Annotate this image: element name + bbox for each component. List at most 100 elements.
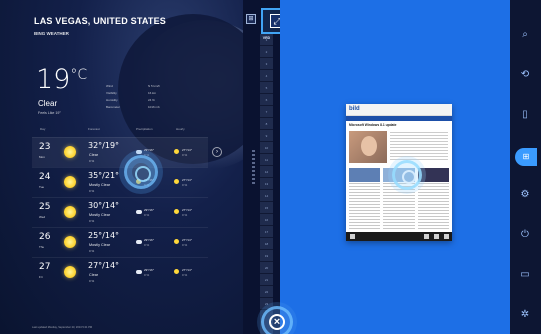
- feels-like: Feels Like 19°: [38, 111, 61, 115]
- day-condition: Mostly Clear: [89, 243, 111, 247]
- thumbnail-cell[interactable]: 4: [260, 70, 273, 82]
- day-precipitation: 0 %: [89, 279, 95, 283]
- thumbnail-cell[interactable]: 18: [260, 238, 273, 250]
- day-condition: Mostly Clear: [89, 213, 111, 217]
- thumbnail-cell[interactable]: 22: [260, 286, 273, 298]
- app-divider-strip[interactable]: ⊞ 1 2 3 4 5 6 7 8 9 10 11 12 13 14 15 16 17 18 19 20 21 22 23 …: [243, 0, 280, 334]
- share-icon[interactable]: ⟲: [518, 68, 532, 82]
- power-icon[interactable]: ⏻: [518, 228, 532, 242]
- hourly-temp: 29°/16°: [144, 238, 154, 242]
- hourly-temp: 29°/16°: [144, 148, 154, 152]
- snapped-app-pane[interactable]: bild Microsoft Windows 8.1 update: [280, 0, 510, 334]
- sun-icon: [174, 269, 179, 274]
- hourly-precip: 0 %: [144, 273, 150, 277]
- sun-icon: [174, 239, 179, 244]
- forecast-day[interactable]: 26 Thu 25°/14° Mostly Clear 0 % 29°/16° 0…: [32, 227, 208, 257]
- column-header-precipitation: Precipitation: [136, 127, 153, 131]
- cloud-icon: [136, 150, 142, 154]
- last-updated: Last updated Monday, September 23, 2013 …: [32, 326, 93, 329]
- hourly-temp: 27°/14°: [182, 148, 192, 152]
- thumbnail-cell[interactable]: 21: [260, 274, 273, 286]
- tools-icon[interactable]: [444, 234, 449, 239]
- detail-label: Barometer: [106, 105, 121, 109]
- hourly-temp: 27°/14°: [182, 208, 192, 212]
- sun-icon: [64, 176, 76, 188]
- hourly-precip: 0 %: [182, 183, 188, 187]
- thumbnail-cell[interactable]: 19: [260, 250, 273, 262]
- refresh-icon[interactable]: [424, 234, 429, 239]
- thumbnail-cell[interactable]: 15: [260, 202, 273, 214]
- day-of-week: Wed: [39, 215, 46, 219]
- day-condition: Clear: [89, 153, 99, 157]
- sun-icon: [64, 236, 76, 248]
- high-low-temperature: 30°/14°: [88, 201, 120, 210]
- thumbnail-cell[interactable]: 20: [260, 262, 273, 274]
- thumbnail-cell[interactable]: 7: [260, 106, 273, 118]
- start-icon[interactable]: ⊞: [515, 148, 537, 166]
- city-title: LAS VEGAS, UNITED STATES: [34, 16, 166, 26]
- thumbnail-cell[interactable]: 6: [260, 94, 273, 106]
- day-precipitation: 0 %: [89, 249, 95, 253]
- current-condition: Clear: [38, 99, 58, 108]
- day-date: 24: [39, 172, 51, 182]
- devices-icon[interactable]: ▯: [518, 108, 532, 122]
- thumbnail-cell[interactable]: 13: [260, 178, 273, 190]
- day-date: 27: [39, 262, 51, 272]
- forecast-day[interactable]: 27 Fri 27°/14° Clear 0 % 29°/16° 0 % 27°/…: [32, 257, 208, 287]
- day-condition: Mostly Clear: [89, 183, 111, 187]
- high-low-temperature: 35°/21°: [88, 171, 120, 180]
- detail-value: 1016 mb: [148, 105, 160, 109]
- hourly-precip: 0 %: [182, 243, 188, 247]
- detail-label: Visibility: [106, 91, 117, 95]
- thumbnail-cell[interactable]: 12: [260, 166, 273, 178]
- site-headline: Microsoft Windows 8.1 update: [349, 123, 397, 127]
- forecast-day[interactable]: 23 Mon 32°/19° Clear 0 % 29°/16° 0 % 27°/…: [32, 137, 222, 167]
- sun-icon: [64, 206, 76, 218]
- gear-icon[interactable]: ✲: [518, 308, 532, 322]
- cloud-icon: [136, 270, 142, 274]
- day-condition: Clear: [89, 273, 99, 277]
- forecast-day[interactable]: 24 Tue 35°/21° Mostly Clear 0 % 29°/16° 0…: [32, 167, 208, 197]
- day-of-week: Mon: [39, 155, 45, 159]
- hourly-precip: 0 %: [144, 213, 150, 217]
- close-icon: ×: [269, 314, 285, 330]
- forecast-day[interactable]: 25 Wed 30°/14° Mostly Clear 0 % 29°/16° 0…: [32, 197, 208, 227]
- charms-bar: ⌕ ⟲ ▯ ⊞ ⚙ ⏻ ▭ ✲: [510, 0, 541, 334]
- weather-details: Wind N 5 km/h Visibility 16 km Humidity …: [106, 84, 196, 109]
- cloud-icon: [136, 240, 142, 244]
- app-name: BING WEATHER: [34, 31, 69, 36]
- thumbnail-cell[interactable]: 8: [260, 118, 273, 130]
- next-arrow-icon[interactable]: ›: [212, 147, 222, 157]
- thumbnail-cell[interactable]: 9: [260, 130, 273, 142]
- day-of-week: Thu: [39, 245, 45, 249]
- high-low-temperature: 32°/19°: [88, 141, 120, 150]
- switcher-icon[interactable]: ⊞: [246, 14, 256, 24]
- detail-value: 24 %: [148, 98, 155, 102]
- thumbnail-cell[interactable]: 3: [260, 58, 273, 70]
- thumbnail-cell[interactable]: 10: [260, 142, 273, 154]
- back-icon[interactable]: [350, 234, 355, 239]
- divider-grip-handle[interactable]: [252, 150, 255, 184]
- thumbnail-cell[interactable]: 11: [260, 154, 273, 166]
- settings-icon[interactable]: ⚙: [518, 188, 532, 202]
- hourly-temp: 27°/14°: [182, 238, 192, 242]
- hourly-precip: 0 %: [182, 153, 188, 157]
- article-teaser: [349, 168, 381, 230]
- thumbnail-cell[interactable]: 2: [260, 46, 273, 58]
- thumbnail-column: 1 2 3 4 5 6 7 8 9 10 11 12 13 14 15 16 17 18 19 20 21 22 23: [260, 34, 273, 334]
- hourly-temp: 29°/16°: [144, 268, 154, 272]
- thumbnail-cell[interactable]: 16: [260, 214, 273, 226]
- pin-icon[interactable]: [434, 234, 439, 239]
- close-button[interactable]: ×: [261, 306, 293, 334]
- high-low-temperature: 25°/14°: [88, 231, 120, 240]
- weather-app: LAS VEGAS, UNITED STATES BING WEATHER 19…: [0, 0, 243, 334]
- thumbnail-cell[interactable]: 5: [260, 82, 273, 94]
- search-icon[interactable]: ⌕: [518, 28, 532, 42]
- thumbnail-cell[interactable]: 17: [260, 226, 273, 238]
- keyboard-icon[interactable]: ▭: [518, 268, 532, 282]
- high-low-temperature: 27°/14°: [88, 261, 120, 270]
- thumbnail-cell[interactable]: 14: [260, 190, 273, 202]
- day-of-week: Fri: [39, 275, 43, 279]
- day-of-week: Tue: [39, 185, 45, 189]
- detail-label: Humidity: [106, 98, 118, 102]
